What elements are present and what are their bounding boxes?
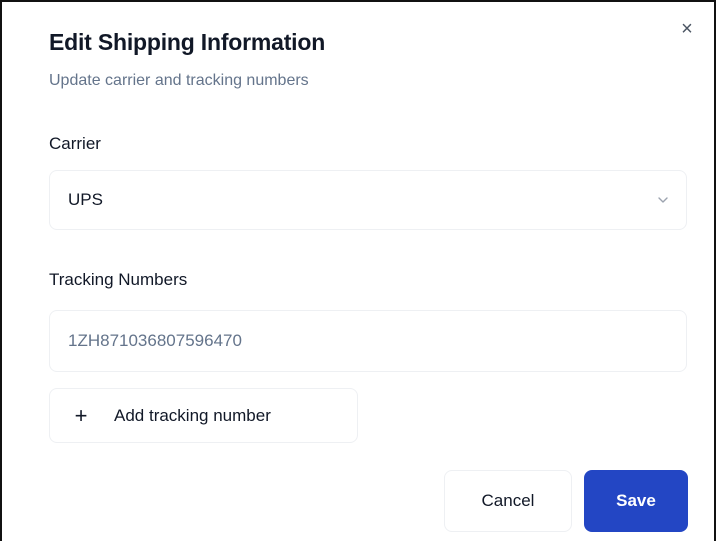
carrier-select[interactable]: UPS: [49, 170, 687, 230]
carrier-selected-value: UPS: [68, 190, 103, 209]
save-button[interactable]: Save: [584, 470, 688, 532]
tracking-number-input[interactable]: [49, 310, 687, 372]
edit-shipping-dialog: × Edit Shipping Information Update carri…: [0, 0, 716, 541]
add-tracking-number-label: Add tracking number: [114, 405, 271, 425]
cancel-button[interactable]: Cancel: [444, 470, 572, 532]
close-icon[interactable]: ×: [674, 16, 700, 42]
add-tracking-number-button[interactable]: + Add tracking number: [49, 388, 358, 443]
chevron-down-icon: [658, 197, 668, 203]
dialog-subtitle: Update carrier and tracking numbers: [49, 72, 309, 89]
plus-icon: +: [74, 402, 88, 428]
close-glyph: ×: [681, 18, 693, 40]
dialog-title: Edit Shipping Information: [49, 29, 326, 55]
tracking-numbers-label: Tracking Numbers: [49, 270, 188, 289]
carrier-label: Carrier: [49, 134, 101, 153]
